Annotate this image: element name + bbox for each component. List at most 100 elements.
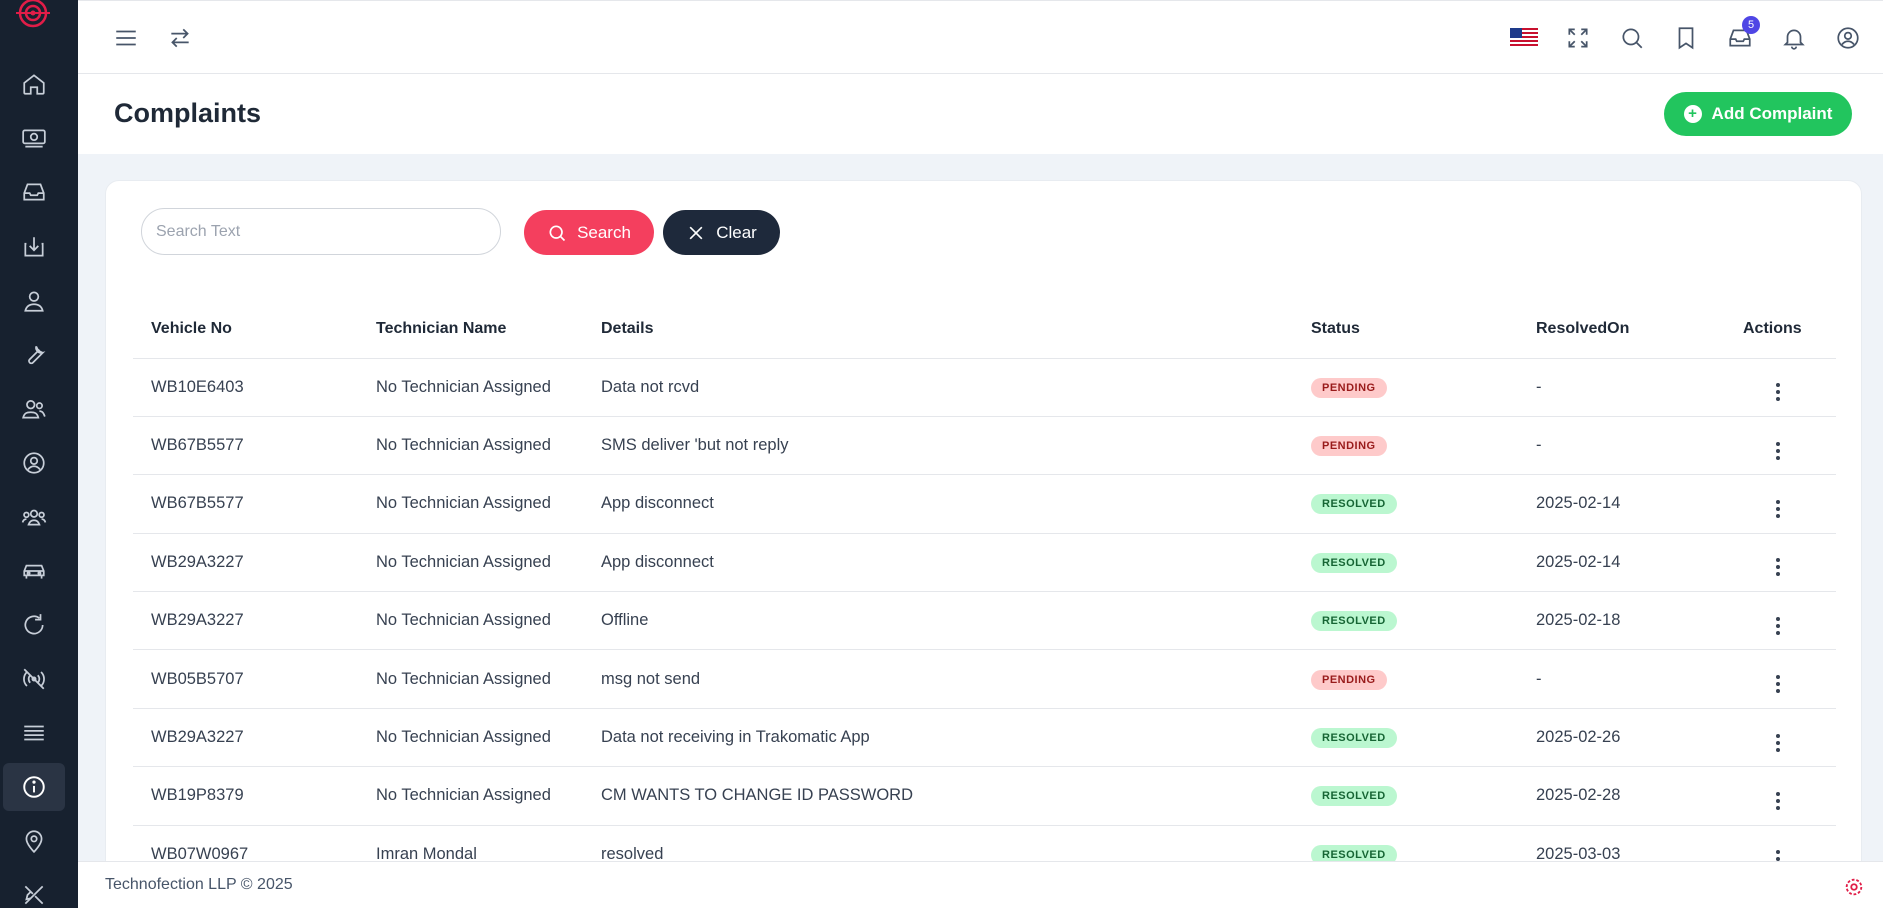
status-cell: RESOLVED bbox=[1293, 474, 1518, 534]
sidebar-item-signal[interactable] bbox=[3, 655, 65, 703]
table-row[interactable]: WB29A3227 No Technician Assigned App disco… bbox=[133, 533, 1836, 593]
sidebar-item-user[interactable] bbox=[3, 277, 65, 325]
sidebar-item-home[interactable] bbox=[3, 60, 65, 108]
resolved-on-cell: 2025-02-14 bbox=[1518, 533, 1743, 593]
global-search-button[interactable] bbox=[1614, 20, 1650, 56]
table-row[interactable]: WB19P8379 No Technician Assigned CM WANTS … bbox=[133, 766, 1836, 826]
users-icon bbox=[22, 400, 46, 419]
sidebar-item-vehicles[interactable] bbox=[3, 547, 65, 595]
clear-button[interactable]: Clear bbox=[663, 210, 780, 255]
vehicle-cell: WB29A3227 bbox=[133, 533, 358, 593]
details-cell: Data not rcvd bbox=[583, 358, 1293, 417]
row-actions-menu-icon[interactable] bbox=[1768, 558, 1788, 577]
row-actions-menu-icon[interactable] bbox=[1768, 616, 1788, 635]
sidebar-item-group[interactable] bbox=[3, 493, 65, 541]
row-actions-menu-icon[interactable] bbox=[1768, 733, 1788, 752]
search-icon bbox=[549, 225, 566, 241]
table-row[interactable]: WB67B5577 No Technician Assigned App disco… bbox=[133, 474, 1836, 534]
bell-icon bbox=[1783, 29, 1805, 50]
account-button[interactable] bbox=[1830, 20, 1866, 56]
resolved-on-cell: 2025-02-26 bbox=[1518, 708, 1743, 768]
column-header-resolved-on[interactable]: ResolvedOn bbox=[1518, 300, 1743, 359]
switch-button[interactable] bbox=[162, 20, 198, 56]
settings-gear-icon[interactable] bbox=[1843, 876, 1865, 898]
add-complaint-label: Add Complaint bbox=[1711, 104, 1833, 123]
list-icon bbox=[24, 725, 44, 741]
brand-logo-icon[interactable] bbox=[16, 0, 50, 32]
technician-cell: No Technician Assigned bbox=[358, 416, 583, 476]
column-header-details[interactable]: Details bbox=[583, 300, 1293, 359]
sidebar-item-download[interactable] bbox=[3, 223, 65, 271]
resolved-on-cell: 2025-02-28 bbox=[1518, 766, 1743, 826]
vehicle-cell: WB67B5577 bbox=[133, 474, 358, 534]
plus-icon: + bbox=[1683, 105, 1702, 123]
user-icon bbox=[24, 291, 44, 312]
page-title: Complaints bbox=[114, 98, 262, 128]
table-row[interactable]: WB29A3227 No Technician Assigned Offline RE… bbox=[133, 591, 1836, 651]
notifications-button[interactable] bbox=[1776, 20, 1812, 56]
sidebar-item-finance[interactable] bbox=[3, 114, 65, 162]
vehicle-cell: WB67B5577 bbox=[133, 416, 358, 476]
search-button[interactable]: Search bbox=[524, 210, 654, 255]
swap-arrows-icon bbox=[171, 28, 189, 48]
resolved-on-cell: - bbox=[1518, 649, 1743, 709]
details-cell: App disconnect bbox=[583, 474, 1293, 534]
inbox-button[interactable]: 5 bbox=[1722, 16, 1760, 56]
account-icon bbox=[1837, 27, 1859, 49]
row-actions-menu-icon[interactable] bbox=[1768, 441, 1788, 460]
status-cell: PENDING bbox=[1293, 416, 1518, 476]
sidebar-item-list[interactable] bbox=[3, 709, 65, 757]
table-row[interactable]: WB05B5707 No Technician Assigned msg not s… bbox=[133, 649, 1836, 709]
info-icon bbox=[23, 776, 45, 798]
vehicle-cell: WB05B5707 bbox=[133, 649, 358, 709]
column-header-vehicle[interactable]: Vehicle No bbox=[133, 300, 358, 359]
actions-cell bbox=[1743, 649, 1836, 709]
search-input[interactable] bbox=[141, 208, 501, 255]
status-cell: PENDING bbox=[1293, 649, 1518, 709]
home-icon bbox=[23, 74, 45, 95]
menu-toggle-button[interactable] bbox=[108, 20, 144, 56]
hamburger-icon bbox=[116, 30, 136, 46]
column-header-status[interactable]: Status bbox=[1293, 300, 1518, 359]
tools-icon bbox=[24, 885, 44, 905]
row-actions-menu-icon[interactable] bbox=[1768, 675, 1788, 694]
table-row[interactable]: WB67B5577 No Technician Assigned SMS deliv… bbox=[133, 416, 1836, 476]
resolved-on-cell: - bbox=[1518, 358, 1743, 417]
sidebar-item-location[interactable] bbox=[3, 817, 65, 865]
status-badge: RESOLVED bbox=[1311, 728, 1397, 749]
table-row[interactable]: WB29A3227 No Technician Assigned Data not … bbox=[133, 708, 1836, 768]
language-selector[interactable] bbox=[1506, 20, 1542, 56]
fullscreen-button[interactable] bbox=[1560, 20, 1596, 56]
close-icon bbox=[689, 226, 703, 239]
sidebar-item-complaints[interactable] bbox=[3, 763, 65, 811]
bookmark-icon bbox=[1678, 27, 1694, 50]
bookmark-button[interactable] bbox=[1668, 20, 1704, 56]
sidebar-item-refresh[interactable] bbox=[3, 601, 65, 649]
row-actions-menu-icon[interactable] bbox=[1768, 499, 1788, 518]
sidebar-item-users[interactable] bbox=[3, 385, 65, 433]
row-actions-menu-icon[interactable] bbox=[1768, 383, 1788, 402]
add-complaint-button[interactable]: + Add Complaint bbox=[1664, 92, 1852, 136]
car-icon bbox=[23, 564, 45, 579]
inbox-count-badge: 5 bbox=[1742, 16, 1760, 34]
sidebar-item-profile[interactable] bbox=[3, 439, 65, 487]
page-header: Complaints + Add Complaint bbox=[78, 74, 1883, 154]
column-header-actions: Actions bbox=[1743, 300, 1836, 359]
complaints-table: Vehicle No Technician Name Details Statu… bbox=[133, 300, 1836, 885]
status-cell: RESOLVED bbox=[1293, 591, 1518, 651]
technician-cell: No Technician Assigned bbox=[358, 358, 583, 417]
footer: Technofection LLP © 2025 bbox=[78, 861, 1883, 908]
technician-cell: No Technician Assigned bbox=[358, 708, 583, 768]
inbox-icon bbox=[23, 183, 45, 201]
user-circle-icon bbox=[23, 452, 45, 474]
group-icon bbox=[21, 509, 47, 526]
row-actions-menu-icon[interactable] bbox=[1768, 791, 1788, 810]
sidebar-item-inbox[interactable] bbox=[3, 168, 65, 216]
actions-cell bbox=[1743, 474, 1836, 534]
actions-cell bbox=[1743, 591, 1836, 651]
status-cell: RESOLVED bbox=[1293, 766, 1518, 826]
sidebar-item-tools[interactable] bbox=[3, 871, 65, 908]
column-header-technician[interactable]: Technician Name bbox=[358, 300, 583, 359]
table-row[interactable]: WB10E6403 No Technician Assigned Data not … bbox=[133, 358, 1836, 417]
sidebar-item-service[interactable] bbox=[3, 331, 65, 379]
